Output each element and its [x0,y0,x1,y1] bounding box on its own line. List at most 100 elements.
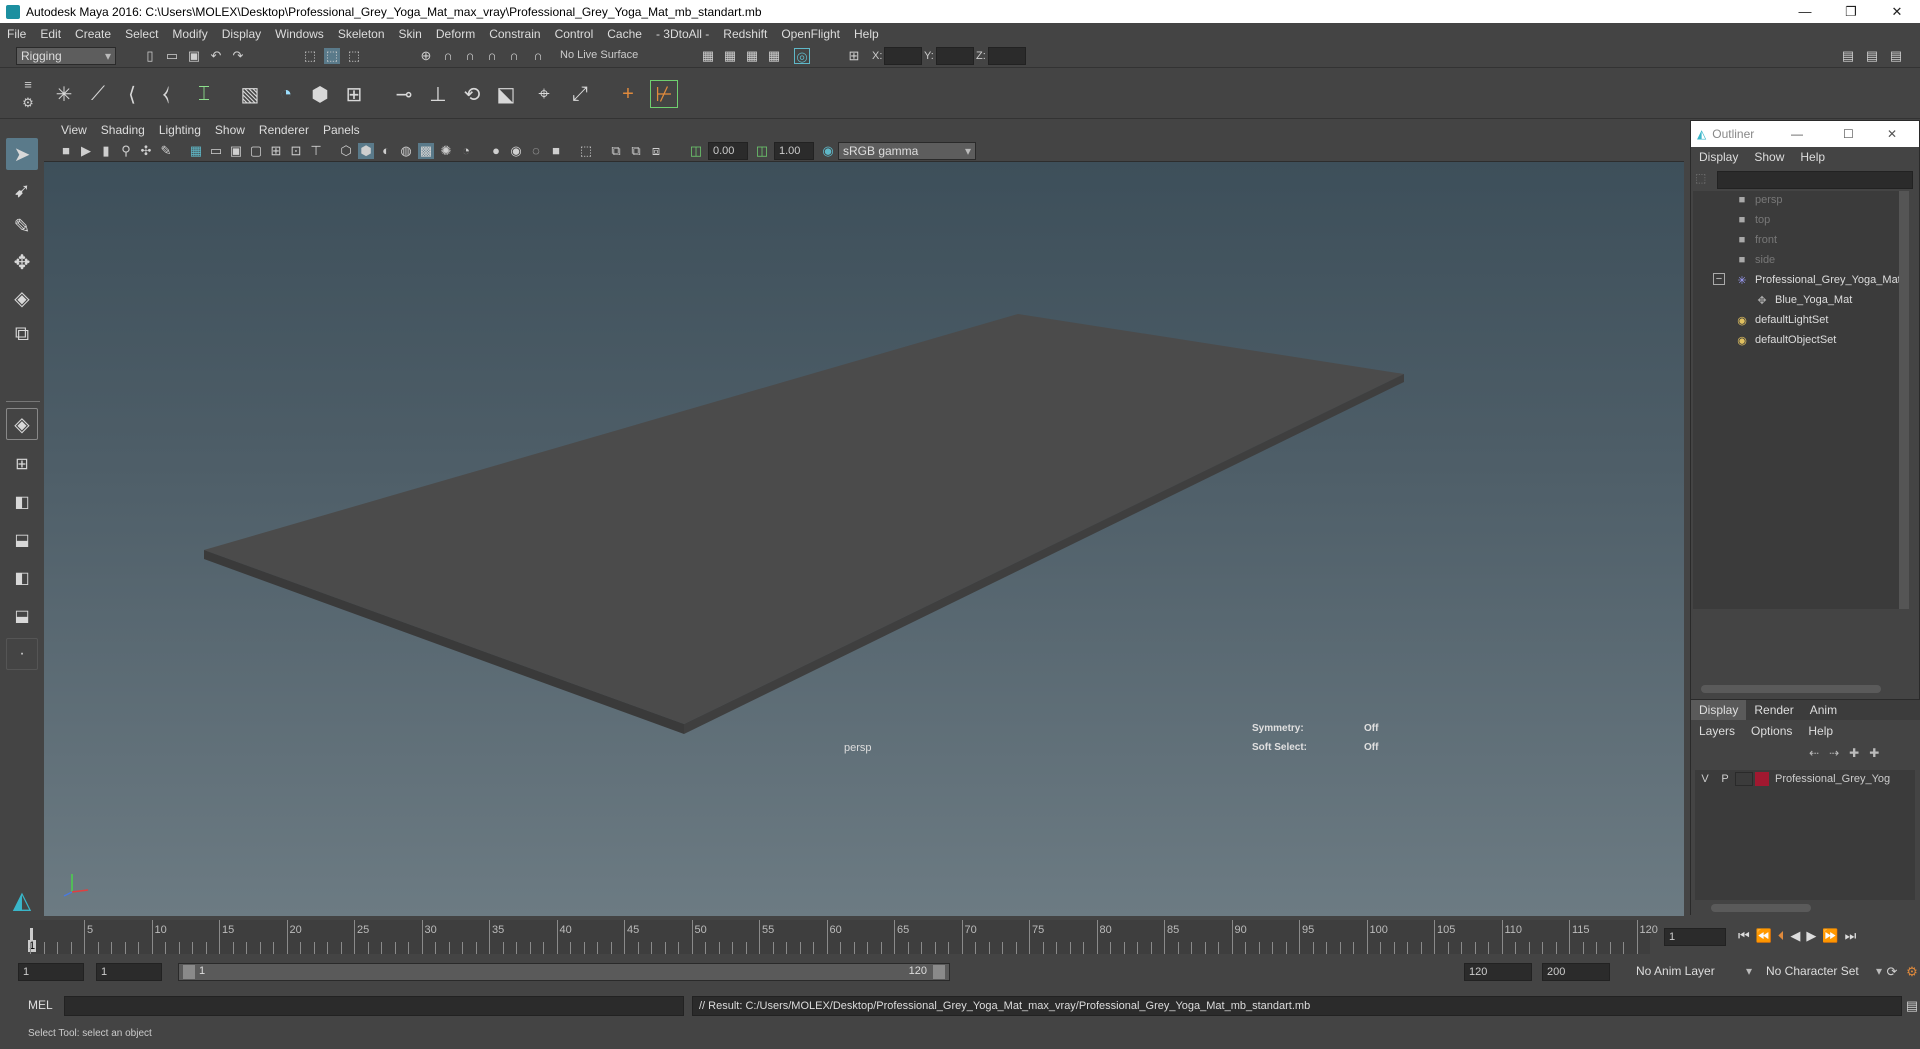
ik-spline-icon[interactable]: ⟨ [118,80,146,108]
timeline-track[interactable]: 1 5 10 15 20 25 30 35 40 45 50 55 60 65 70 75 80 85 90 95 1… [28,920,1658,954]
shelf-menu-icon[interactable]: ≡ [20,77,36,93]
outliner-menu-display[interactable]: Display [1691,150,1746,164]
minimize-button[interactable]: — [1782,0,1828,23]
outliner-menu-help[interactable]: Help [1792,150,1833,164]
outliner-minimize-button[interactable]: — [1791,127,1803,141]
perspective-viewport[interactable]: Symmetry: Off Soft Select: Off persp [44,162,1684,916]
anti-aliasing-icon[interactable]: ◌ [528,143,544,159]
menu-modify[interactable]: Modify [165,27,214,41]
close-button[interactable]: ✕ [1874,0,1920,23]
menu-cache[interactable]: Cache [600,27,649,41]
layer-name[interactable]: Professional_Grey_Yog [1775,773,1890,785]
time-slider[interactable]: 1 5 10 15 20 25 30 35 40 45 50 55 60 65 70 75 80 85 90 95 1… [0,918,1920,958]
single-perspective-layout-icon[interactable]: ◈ [6,408,38,440]
open-scene-icon[interactable]: ▭ [164,48,180,64]
persp-outliner-layout-icon[interactable]: ◧ [6,486,38,518]
panel-menu-shading[interactable]: Shading [94,123,152,137]
gate-mask-icon[interactable]: ▢ [248,143,264,159]
snap-grid-icon[interactable]: ⊕ [418,48,434,64]
current-frame-field[interactable]: 1 [1664,928,1726,946]
ipr-render-icon[interactable]: ▦ [744,48,760,64]
move-layer-down-icon[interactable]: ⇢ [1829,746,1839,760]
tab-render[interactable]: Render [1746,703,1801,717]
script-language-label[interactable]: MEL [28,998,53,1012]
select-camera-icon[interactable]: ■ [58,143,74,159]
use-all-lights-icon[interactable]: ✺ [438,143,454,159]
menu-create[interactable]: Create [68,27,118,41]
color-management-icon[interactable]: ◉ [820,143,836,159]
layer-type-toggle[interactable] [1735,772,1753,786]
pole-vector-icon[interactable]: ⤢ [566,80,594,108]
motion-blur-icon[interactable]: ◉ [508,143,524,159]
playback-start-field[interactable]: 1 [96,963,162,981]
menuset-dropdown[interactable]: Rigging [16,47,116,65]
outliner-item-top[interactable]: ■ top [1735,211,1920,229]
outliner-item-lightset[interactable]: ◉ defaultLightSet [1735,311,1920,329]
safe-action-icon[interactable]: ⊡ [288,143,304,159]
layer-menu-layers[interactable]: Layers [1691,724,1743,738]
menu-skin[interactable]: Skin [392,27,429,41]
safe-title-icon[interactable]: ⊤ [308,143,324,159]
layer-menu-help[interactable]: Help [1800,724,1841,738]
smooth-shade-icon[interactable]: ⬢ [358,143,374,159]
select-component-icon[interactable]: ⬚ [346,48,362,64]
move-layer-up-icon[interactable]: ⇠ [1809,746,1819,760]
outliner-horizontal-scrollbar[interactable] [1701,685,1881,693]
rotate-tool-icon[interactable]: ◈ [6,282,38,314]
live-surface-label[interactable]: No Live Surface [556,47,652,65]
layer-color-swatch[interactable] [1755,772,1769,786]
field-chart-icon[interactable]: ⊞ [268,143,284,159]
end-time-field[interactable]: 200 [1542,963,1610,981]
screen-space-ao-icon[interactable]: ● [488,143,504,159]
image-plane-icon[interactable]: ⚲ [118,143,134,159]
xray-joints-icon[interactable]: ⧉ [628,143,644,159]
use-default-material-icon[interactable]: ◐ [378,143,394,159]
snap-curve-icon[interactable]: ∩ [440,48,456,64]
textured-icon[interactable]: ▩ [418,143,434,159]
menu-3dtoall[interactable]: - 3DtoAll - [649,27,716,41]
layer-horizontal-scrollbar[interactable] [1711,904,1811,912]
panel-menu-renderer[interactable]: Renderer [252,123,316,137]
bind-skin-icon[interactable]: ▧ [236,80,264,108]
outliner-maximize-button[interactable]: ☐ [1843,127,1854,141]
grease-pencil-icon[interactable]: ✎ [158,143,174,159]
step-back-key-icon[interactable]: ⏪ [1756,928,1772,944]
panel-menu-view[interactable]: View [54,123,94,137]
snap-surface-icon[interactable]: ∩ [506,48,522,64]
snap-point-icon[interactable]: ∩ [462,48,478,64]
locator-icon[interactable]: + [614,80,642,108]
command-input[interactable] [64,996,684,1016]
lattice-icon[interactable]: ⬢ [306,80,334,108]
maximize-button[interactable]: ❐ [1828,0,1874,23]
cluster-icon[interactable]: ⊞ [340,80,368,108]
exposure-icon[interactable]: ◫ [688,143,704,159]
menu-skeleton[interactable]: Skeleton [331,27,392,41]
new-layer-selected-icon[interactable]: ✚ [1869,746,1879,760]
range-slider[interactable]: 1 120 [178,963,950,981]
menu-help[interactable]: Help [847,27,886,41]
outliner-item-objectset[interactable]: ◉ defaultObjectSet [1735,331,1920,349]
outliner-close-button[interactable]: ✕ [1887,127,1897,141]
move-tool-icon[interactable]: ✥ [6,246,38,278]
x-field[interactable] [884,47,922,65]
panel-menu-lighting[interactable]: Lighting [152,123,208,137]
tool-settings-icon[interactable]: ▤ [1888,48,1904,64]
modeling-toolkit-icon[interactable]: ▤ [1840,48,1856,64]
render-view-icon[interactable]: ▦ [700,48,716,64]
select-hierarchy-icon[interactable]: ⬚ [302,48,318,64]
go-to-end-icon[interactable]: ⏭ [1845,928,1857,944]
play-backwards-icon[interactable]: ◀ [1790,928,1800,944]
render-settings-icon[interactable]: ▦ [766,48,782,64]
aim-constraint-icon[interactable]: ⊥ [424,80,452,108]
redo-icon[interactable]: ↷ [230,48,246,64]
outliner-item-mesh[interactable]: ✥ Blue_Yoga_Mat [1755,291,1920,309]
exposure-field[interactable]: 0.00 [708,142,748,160]
persp-graph-layout-icon[interactable]: ⬓ [6,524,38,556]
camera-attributes-icon[interactable]: ▶ [78,143,94,159]
hypershade-icon[interactable]: ◎ [794,48,810,64]
menu-constrain[interactable]: Constrain [482,27,547,41]
panel-menu-show[interactable]: Show [208,123,252,137]
snap-view-icon[interactable]: ∩ [484,48,500,64]
persp-hypershade-layout-icon[interactable]: ◧ [6,562,38,594]
collapse-toggle-icon[interactable]: − [1713,273,1725,285]
